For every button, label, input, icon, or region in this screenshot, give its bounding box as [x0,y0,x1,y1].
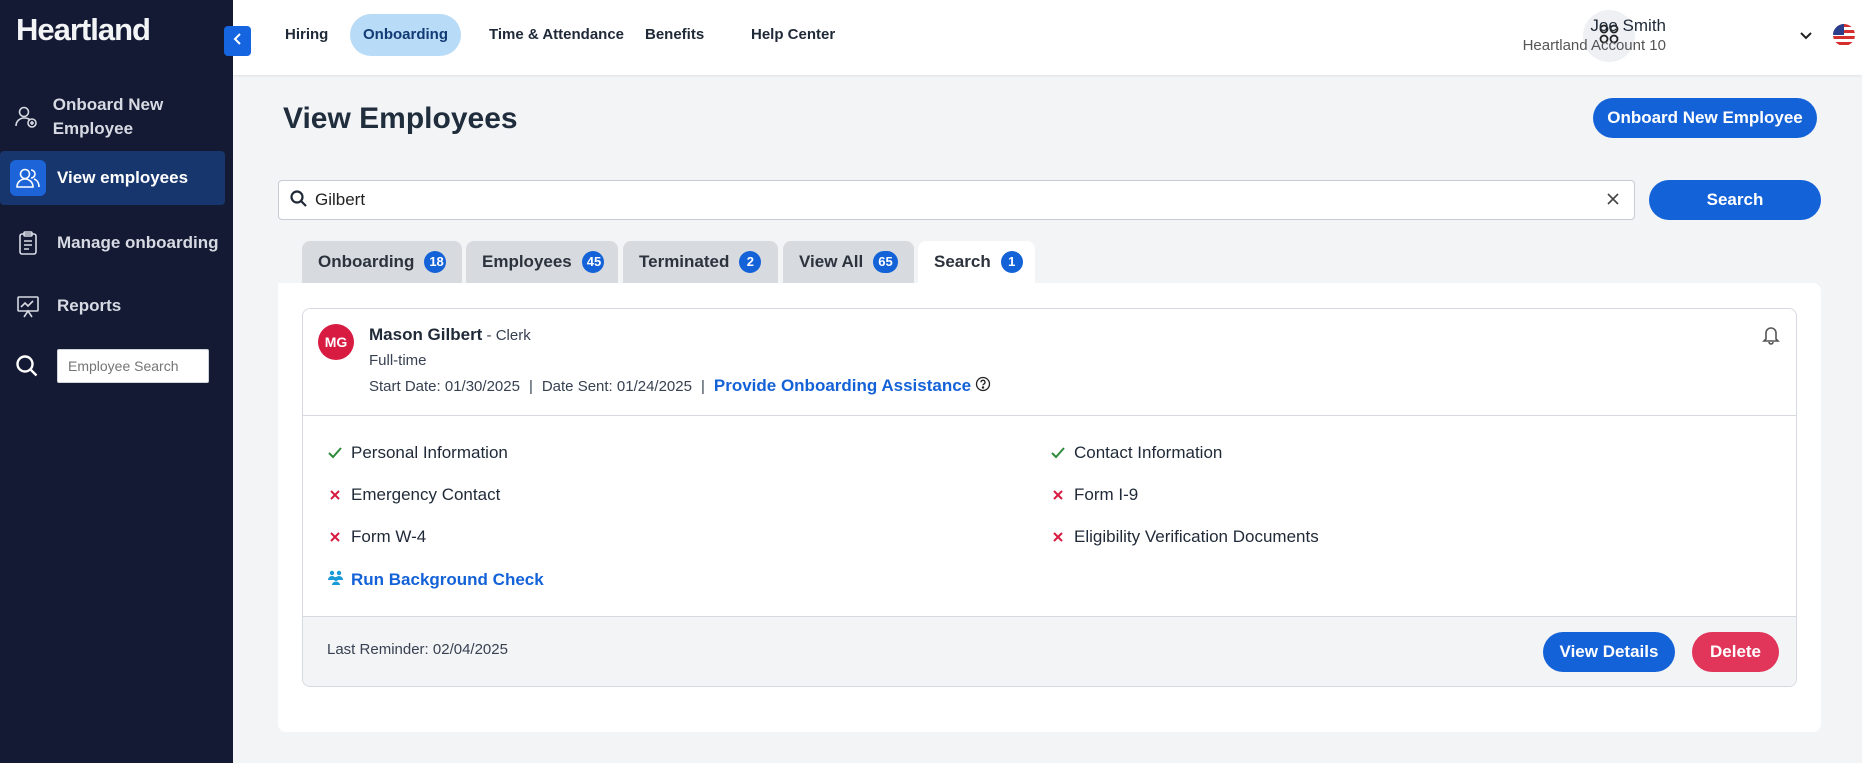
checklist-item: Contact Information [1050,443,1222,463]
checklist-label: Eligibility Verification Documents [1074,527,1319,546]
count-badge: 45 [581,251,604,273]
last-reminder: Last Reminder: 02/04/2025 [327,641,508,658]
provide-onboarding-assistance-link[interactable]: Provide Onboarding Assistance [714,376,971,396]
user-add-icon [10,99,42,135]
search-button[interactable]: Search [1649,180,1821,220]
user-account: Heartland Account 10 [1522,37,1666,54]
checklist-label: Form I-9 [1074,485,1139,504]
tab-label: View All [799,252,864,271]
tab-label: Terminated [639,252,730,271]
divider [303,415,1796,416]
sidebar-item-reports[interactable]: Reports [0,288,225,324]
chevron-left-icon [232,32,244,51]
chart-board-icon [10,288,46,324]
search-icon [14,353,40,384]
checklist-item: Emergency Contact [327,485,500,505]
tab-hiring[interactable]: Hiring [272,14,341,56]
tab-label: Search [934,252,991,271]
separator: | [528,377,533,395]
employee-search-input[interactable] [57,349,209,383]
tab-benefits[interactable]: Benefits [632,14,717,56]
clipboard-icon [10,225,46,261]
check-icon [327,446,343,460]
tab-help-center[interactable]: Help Center [738,14,848,56]
count-badge: 1 [1000,251,1023,273]
tab-onboarding-filter[interactable]: Onboarding 18 [302,241,462,283]
run-background-check-link[interactable]: Run Background Check [327,569,544,590]
checklist-item: Eligibility Verification Documents [1050,527,1319,547]
employment-type: Full-time [369,352,427,369]
checklist-item: Personal Information [327,443,508,463]
collapse-sidebar-button[interactable] [224,26,251,56]
tab-view-all-filter[interactable]: View All 65 [783,241,914,283]
tab-label: Employees [482,252,572,271]
employee-card: MG Mason Gilbert - Clerk Full-time Start… [302,308,1797,687]
sidebar-item-manage-onboarding[interactable]: Manage onboarding [0,215,225,271]
search-input-value[interactable]: Gilbert [315,190,365,210]
background-check-label: Run Background Check [351,569,544,589]
tab-onboarding[interactable]: Onboarding [350,14,461,56]
separator: | [700,377,705,395]
check-icon [1050,446,1066,460]
count-badge: 65 [873,251,898,273]
employee-heading: Mason Gilbert - Clerk [369,325,531,345]
us-flag-icon[interactable] [1833,24,1855,46]
delete-button[interactable]: Delete [1692,632,1779,672]
avatar: MG [318,324,354,360]
checklist-label: Form W-4 [351,527,427,546]
checklist-item: Form I-9 [1050,485,1138,505]
checklist-label: Contact Information [1074,443,1223,462]
tab-time-attendance[interactable]: Time & Attendance [476,14,637,56]
x-mark-icon [327,531,343,543]
checklist-item: Form W-4 [327,527,426,547]
x-mark-icon [1050,489,1066,501]
users-icon [10,160,46,196]
help-icon[interactable] [975,376,991,396]
sidebar-item-label: View employees [57,168,189,187]
date-sent: Date Sent: 01/24/2025 [541,377,692,395]
employee-search-field[interactable]: Gilbert [278,180,1635,220]
sidebar-item-label: Reports [57,296,122,315]
tab-employees-filter[interactable]: Employees 45 [466,241,618,283]
search-icon [289,189,309,214]
count-badge: 18 [424,251,447,273]
tab-label: Onboarding [318,252,415,271]
people-group-icon [327,569,345,590]
sidebar-item-view-employees[interactable]: View employees [0,151,225,205]
employee-title: - Clerk [482,327,531,344]
checklist-label: Personal Information [351,443,508,462]
sidebar: Heartland Onboard New Employee View empl… [0,0,233,763]
bell-icon[interactable] [1762,325,1780,350]
employee-name[interactable]: Mason Gilbert [369,325,482,344]
user-name[interactable]: Joe Smith [1590,16,1666,36]
count-badge: 2 [739,251,762,273]
x-mark-icon [1050,531,1066,543]
chevron-down-icon[interactable] [1799,28,1813,46]
top-navigation: Hiring Onboarding Time & Attendance Bene… [233,0,1862,75]
view-details-button[interactable]: View Details [1543,632,1675,672]
page-title: View Employees [283,102,518,135]
employee-dates: Start Date: 01/30/2025 | Date Sent: 01/2… [369,376,991,396]
sidebar-item-label: Onboard New Employee [52,95,164,138]
card-footer: Last Reminder: 02/04/2025 View Details D… [303,616,1796,686]
tab-search-filter[interactable]: Search 1 [918,241,1035,283]
x-mark-icon [327,489,343,501]
tab-terminated-filter[interactable]: Terminated 2 [623,241,778,283]
sidebar-item-onboard-new-employee[interactable]: Onboard New Employee [0,89,225,145]
checklist-label: Emergency Contact [351,485,501,504]
onboard-new-employee-button[interactable]: Onboard New Employee [1593,98,1817,138]
heartland-logo[interactable]: Heartland [16,12,151,48]
sidebar-item-label: Manage onboarding [57,233,219,252]
start-date: Start Date: 01/30/2025 [369,377,520,395]
close-icon[interactable] [1606,192,1620,211]
